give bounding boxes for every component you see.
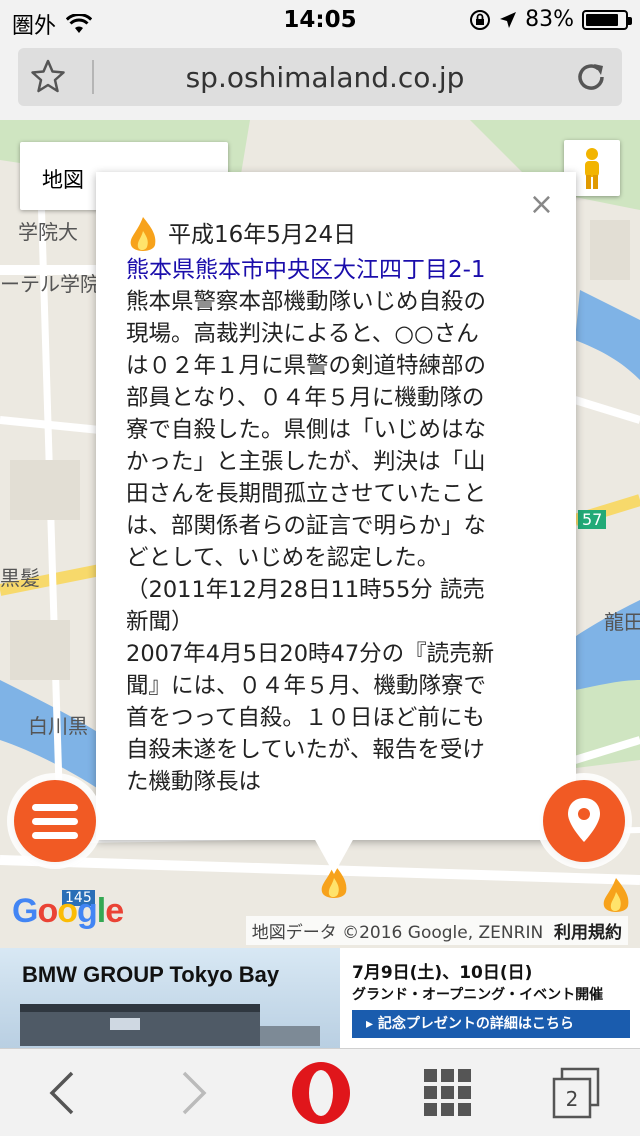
close-icon[interactable]: × <box>529 190 554 220</box>
fire-marker-icon[interactable] <box>598 876 634 916</box>
battery-icon <box>582 9 632 30</box>
status-bar: 圏外 14:05 83% <box>0 0 640 40</box>
ad-banner[interactable]: BMW GROUP Tokyo Bay 7月9日(土)、10日(日) グランド・… <box>0 948 640 1048</box>
status-right: 83% <box>469 7 632 32</box>
battery-percent: 83% <box>525 7 574 32</box>
ad-subtitle: グランド・オープニング・イベント開催 <box>352 987 604 1003</box>
info-date: 平成16年5月24日 <box>168 222 357 248</box>
opera-logo-icon[interactable] <box>290 1061 352 1125</box>
map-label-shirakawa: 白川黒 <box>28 714 88 738</box>
terms-link[interactable]: 利用規約 <box>554 923 622 943</box>
route-sign-57: 57 <box>578 510 607 529</box>
info-date-row: 平成16年5月24日 <box>126 216 496 254</box>
map-pin-icon <box>568 798 600 842</box>
google-logo: Google <box>12 892 124 930</box>
rotation-lock-icon <box>470 9 491 30</box>
info-window-tail <box>314 838 354 874</box>
browser-toolbar: 2 <box>0 1048 640 1136</box>
building-illustration <box>20 1004 320 1046</box>
ad-cta-button[interactable]: ▸ 記念プレゼントの詳細はこちら <box>352 1010 630 1038</box>
address-separator <box>92 60 94 94</box>
battery-fill <box>586 13 618 26</box>
map-label-hotel: ーテル学院 <box>0 272 100 296</box>
url-text[interactable]: sp.oshimaland.co.jp <box>98 61 552 94</box>
map-attribution: 地図データ ©2016 Google, ZENRIN 利用規約 <box>245 916 628 945</box>
map-label-gakuin: 学院大 <box>18 220 78 244</box>
map-view[interactable]: 学院大 ーテル学院 黒髪 白川黒 龍田 57 145 地図 × 平成16年5月2… <box>0 120 640 948</box>
map-label-kurokami: 黒髪 <box>0 566 40 590</box>
ad-date: 7月9日(土)、10日(日) <box>352 963 533 983</box>
bookmark-star-icon[interactable] <box>30 58 66 94</box>
browser-address-area: sp.oshimaland.co.jp <box>0 40 640 120</box>
info-window: × 平成16年5月24日 熊本県熊本市中央区大江四丁目2-1 熊本県警察本部機動… <box>96 172 576 840</box>
menu-button[interactable] <box>14 780 96 862</box>
info-content: 平成16年5月24日 熊本県熊本市中央区大江四丁目2-1 熊本県警察本部機動隊い… <box>126 216 496 836</box>
info-address-link[interactable]: 熊本県熊本市中央区大江四丁目2-1 <box>126 254 496 286</box>
info-body-text: 熊本県警察本部機動隊いじめ自殺の現場。高裁判決によると、○○さんは０２年１月に県… <box>126 289 495 795</box>
forward-arrow-icon[interactable] <box>164 1065 220 1121</box>
location-arrow-icon <box>500 11 517 28</box>
ad-title: BMW GROUP Tokyo Bay <box>22 962 280 987</box>
map-label-tatsuta: 龍田 <box>604 610 640 634</box>
back-arrow-icon[interactable] <box>36 1065 92 1121</box>
reload-icon[interactable] <box>574 60 608 94</box>
map-type-label: 地図 <box>42 168 84 192</box>
ad-text-panel: 7月9日(土)、10日(日) グランド・オープニング・イベント開催 ▸ 記念プレ… <box>340 948 640 1048</box>
fire-icon <box>130 217 156 251</box>
attribution-text: 地図データ ©2016 Google, ZENRIN <box>251 923 544 943</box>
tab-count: 2 <box>565 1087 579 1111</box>
location-button[interactable] <box>543 780 625 862</box>
address-bar[interactable]: sp.oshimaland.co.jp <box>18 48 622 106</box>
speed-dial-grid-icon[interactable] <box>420 1065 476 1121</box>
tabs-button[interactable]: 2 <box>548 1065 604 1121</box>
ad-image: BMW GROUP Tokyo Bay <box>0 948 340 1048</box>
